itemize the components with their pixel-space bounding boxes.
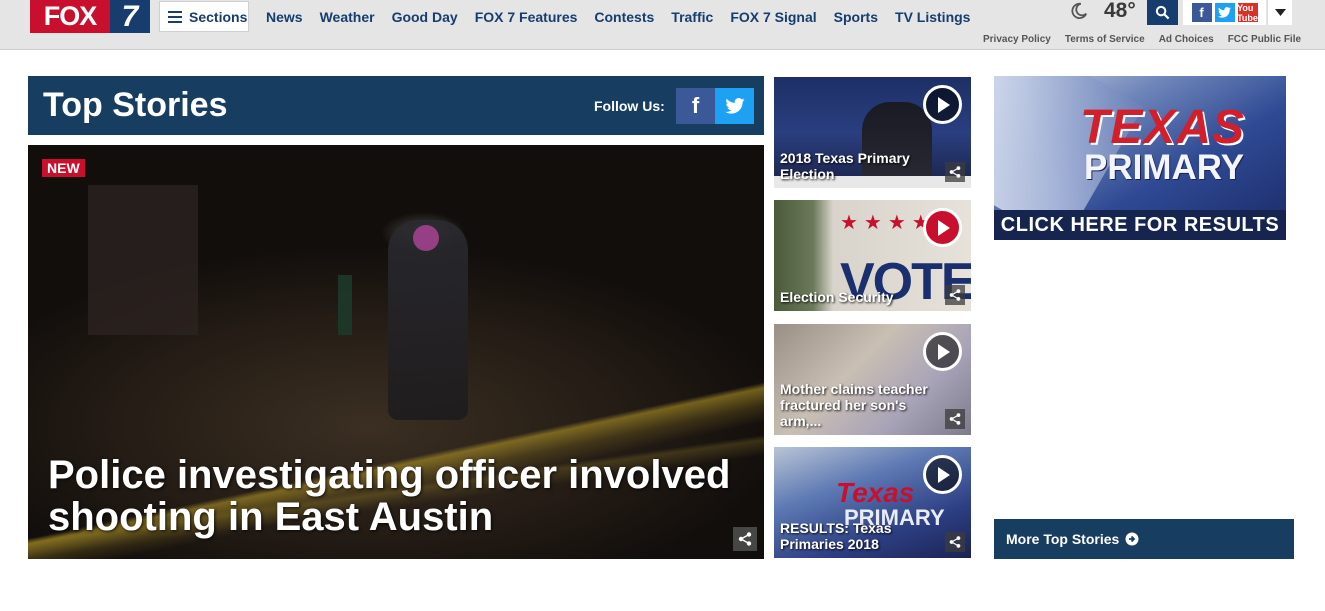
facebook-icon[interactable]: f: [1191, 3, 1212, 22]
hero-image-light: [413, 225, 439, 251]
play-icon: [937, 219, 950, 236]
share-icon: [949, 166, 961, 178]
sections-menu-button[interactable]: Sections: [159, 1, 249, 32]
more-top-stories-label: More Top Stories: [1006, 531, 1120, 547]
hero-share-button[interactable]: [733, 527, 757, 551]
ad-texas-text: TEXAS: [1080, 101, 1246, 154]
play-icon: [937, 466, 950, 483]
hamburger-icon: [168, 10, 182, 23]
video-share-button[interactable]: [945, 532, 965, 552]
video-card-title: RESULTS: Texas Primaries 2018: [780, 520, 892, 552]
moon-icon: [1071, 2, 1088, 19]
video-card[interactable]: 2018 Texas Primary Election: [774, 77, 971, 188]
nav-item-fox7-signal[interactable]: FOX 7 Signal: [730, 9, 816, 25]
video-card-title: Mother claims teacher fractured her son'…: [780, 381, 928, 429]
twitter-icon[interactable]: [1214, 3, 1235, 22]
texas-primary-ad[interactable]: TEXAS PRIMARY CLICK HERE FOR RESULTS: [994, 76, 1286, 240]
fcc-public-file-link[interactable]: FCC Public File: [1228, 34, 1301, 45]
hero-headline[interactable]: Police investigating officer involved sh…: [48, 454, 738, 538]
weather-widget[interactable]: 48°: [1070, 0, 1136, 22]
nav-item-traffic[interactable]: Traffic: [671, 9, 713, 25]
video-card[interactable]: ★★★★ VOTE Election Security: [774, 200, 971, 311]
nav-item-news[interactable]: News: [266, 9, 303, 25]
more-dropdown-button[interactable]: [1267, 0, 1292, 25]
play-button[interactable]: [923, 455, 962, 494]
nav-item-contests[interactable]: Contests: [594, 9, 654, 25]
follow-facebook-button[interactable]: f: [676, 88, 715, 124]
ad-results-cta[interactable]: CLICK HERE FOR RESULTS: [994, 210, 1286, 240]
logo-number: 7: [110, 0, 150, 33]
nav-item-good-day[interactable]: Good Day: [392, 9, 458, 25]
follow-twitter-button[interactable]: [715, 88, 754, 124]
video-share-button[interactable]: [945, 285, 965, 305]
nav-item-weather[interactable]: Weather: [320, 9, 375, 25]
twitter-icon: [724, 98, 745, 114]
play-button[interactable]: [923, 208, 962, 247]
play-button[interactable]: [923, 332, 962, 371]
temperature: 48°: [1104, 0, 1136, 22]
hero-image-post: [338, 275, 352, 335]
card-image-stars: ★★★★: [840, 212, 936, 234]
play-icon: [937, 96, 950, 113]
play-button[interactable]: [923, 85, 962, 124]
caret-down-icon: [1274, 9, 1286, 16]
hero-story[interactable]: NEW Police investigating officer involve…: [28, 145, 764, 559]
ad-choices-link[interactable]: Ad Choices: [1159, 34, 1214, 45]
share-icon: [949, 413, 961, 425]
play-icon: [937, 343, 950, 360]
hero-image-tree: [88, 185, 198, 335]
follow-us-label: Follow Us:: [594, 98, 665, 114]
share-icon: [949, 289, 961, 301]
video-card[interactable]: Texas PRIMARY RESULTS: Texas Primaries 2…: [774, 447, 971, 558]
more-top-stories-button[interactable]: More Top Stories: [994, 519, 1294, 559]
main-nav: News Weather Good Day FOX 7 Features Con…: [266, 9, 987, 25]
new-badge: NEW: [42, 159, 85, 177]
ad-primary-text: PRIMARY: [1084, 148, 1245, 187]
youtube-icon[interactable]: You Tube: [1237, 3, 1258, 23]
nav-item-sports[interactable]: Sports: [834, 9, 878, 25]
video-share-button[interactable]: [945, 409, 965, 429]
nav-item-tv-listings[interactable]: TV Listings: [895, 9, 970, 25]
search-button[interactable]: [1147, 0, 1178, 25]
utility-nav: Privacy Policy Terms of Service Ad Choic…: [983, 34, 1315, 45]
top-stories-title: Top Stories: [43, 86, 228, 124]
top-stories-header: Top Stories Follow Us: f: [28, 76, 764, 135]
video-card[interactable]: Mother claims teacher fractured her son'…: [774, 324, 971, 435]
video-card-title: Election Security: [780, 289, 894, 305]
search-icon: [1155, 5, 1170, 20]
site-header: FOX 7 Sections News Weather Good Day FOX…: [0, 0, 1325, 50]
share-icon: [738, 532, 752, 546]
logo-fox-text: FOX: [30, 0, 110, 33]
nav-item-fox7-features[interactable]: FOX 7 Features: [475, 9, 578, 25]
video-card-title: 2018 Texas Primary Election: [780, 150, 910, 182]
terms-of-service-link[interactable]: Terms of Service: [1065, 34, 1145, 45]
header-social-links: f You Tube: [1183, 0, 1266, 25]
share-icon: [949, 536, 961, 548]
arrow-circle-right-icon: [1125, 532, 1139, 546]
privacy-policy-link[interactable]: Privacy Policy: [983, 34, 1051, 45]
sections-label: Sections: [189, 8, 248, 25]
video-share-button[interactable]: [945, 162, 965, 182]
fox7-logo[interactable]: FOX 7: [30, 0, 150, 33]
